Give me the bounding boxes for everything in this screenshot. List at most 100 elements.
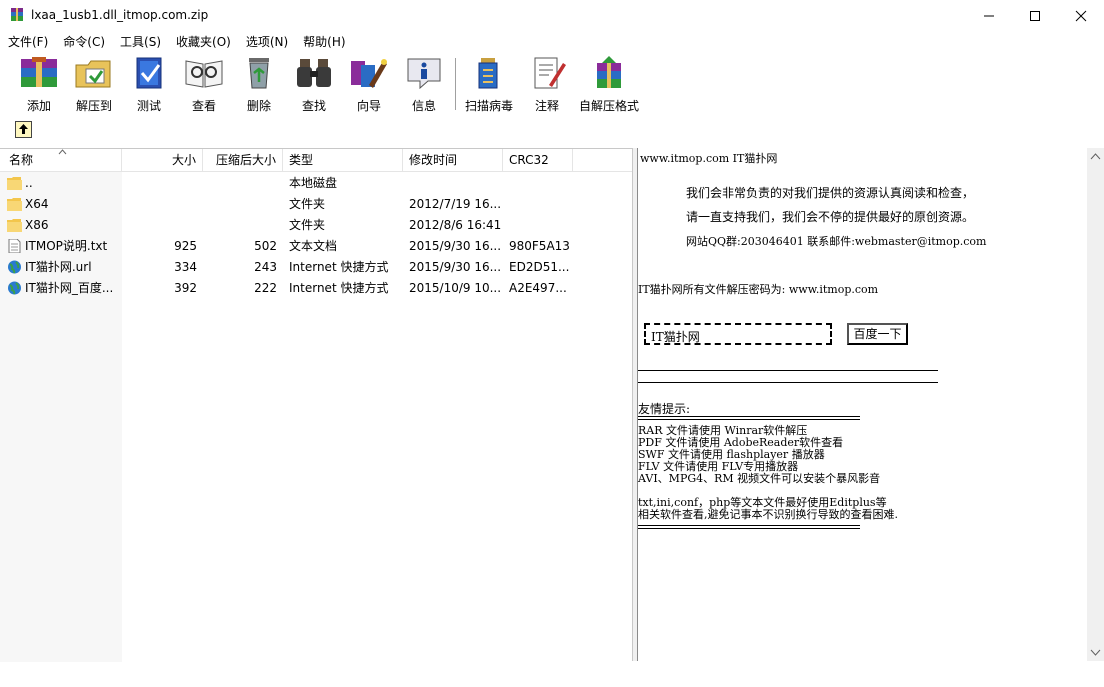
file-modified: 2015/9/30 16... [409,260,502,274]
text-file-icon [7,238,22,254]
sfx-button[interactable]: 自解压格式 [577,55,641,114]
file-size: 925 [174,239,197,253]
menu-favorites[interactable]: 收藏夹(O) [168,31,238,51]
title-bar: lxaa_1usb1.dll_itmop.com.zip [0,0,1104,31]
file-row[interactable]: .. 本地磁盘 [0,173,632,194]
column-packed[interactable]: 压缩后大小 [203,149,283,171]
file-type: 文件夹 [289,218,326,232]
menu-commands[interactable]: 命令(C) [55,31,112,51]
column-name-label: 名称 [9,153,34,167]
close-icon [1075,10,1087,21]
note-line-2: 相关软件查看,避免记事本不识别换行导致的查看困难. [638,508,898,521]
file-packed-size: 222 [254,281,277,295]
file-row[interactable]: ITMOP说明.txt 925 502 文本文档 2015/9/30 16... 980F… [0,236,632,257]
file-type: 文本文档 [289,239,338,253]
find-binoculars-icon [297,59,331,87]
comment-note-icon [534,57,566,89]
scroll-up-icon [1090,153,1101,160]
preview-line-1: 我们会非常负责的对我们提供的资源认真阅读和检查， [686,186,975,200]
file-list: 名称 大小 压缩后大小 类型 修改时间 CRC32 .. 本地磁盘 X64 文件夹 20… [0,148,632,662]
test-button[interactable]: 测试 [126,55,172,114]
sfx-label: 自解压格式 [578,99,639,113]
preview-scrollbar[interactable] [1087,148,1104,661]
column-type[interactable]: 类型 [283,149,403,171]
find-button[interactable]: 查找 [291,55,337,114]
tip-avi: AVI、MPG4、RM 视频文件可以安装个暴风影音 [638,472,881,485]
column-modified[interactable]: 修改时间 [403,149,503,171]
winrar-app-icon [11,8,23,21]
search-input[interactable]: IT猫扑网 [644,323,832,345]
comment-label: 注释 [534,99,559,113]
wizard-label: 向导 [356,99,381,113]
toolbar-separator [455,58,456,110]
maximize-icon [1030,10,1040,21]
sort-ascending-icon [58,149,67,155]
file-name: ITMOP说明.txt [25,239,108,253]
file-crc: 980F5A13 [509,239,570,253]
column-header: 名称 大小 压缩后大小 类型 修改时间 CRC32 [0,149,632,172]
column-name[interactable]: 名称 [0,149,122,171]
test-label: 测试 [136,99,161,113]
globe-icon [7,281,22,295]
file-row[interactable]: X64 文件夹 2012/7/19 16... [0,194,632,215]
maximize-button[interactable] [1012,0,1058,31]
file-name: IT猫扑网.url [25,260,92,274]
menu-tools[interactable]: 工具(S) [112,31,168,51]
notes-divider [638,525,860,529]
file-name: X64 [25,197,49,211]
file-modified: 2015/10/9 10... [409,281,502,295]
tips-title: 友情提示: [638,402,691,416]
virus-scan-icon [478,58,498,89]
test-archive-icon [136,57,162,89]
path-bar [0,116,1104,144]
file-crc: ED2D51... [509,260,570,274]
extract-label: 解压到 [75,99,112,113]
file-name: IT猫扑网_百度... [25,281,114,295]
toolbar: 添加 解压到 测试 查看 删除 查找 向导 信息 扫描病毒 注释 自解压格式 [0,51,1104,116]
info-button[interactable]: 信息 [401,55,447,114]
file-modified: 2015/9/30 16... [409,239,502,253]
scan-virus-button[interactable]: 扫描病毒 [462,55,516,114]
wizard-button[interactable]: 向导 [346,55,392,114]
file-size: 334 [174,260,197,274]
delete-recycle-icon [249,58,269,89]
view-label: 查看 [191,99,216,113]
menu-options[interactable]: 选项(N) [238,31,295,51]
file-modified: 2012/7/19 16... [409,197,502,211]
up-arrow-icon [19,124,28,134]
view-button[interactable]: 查看 [181,55,227,114]
minimize-icon [984,15,994,16]
add-label: 添加 [26,99,51,113]
folder-icon [7,197,22,211]
close-button[interactable] [1058,0,1104,31]
divider [638,382,938,383]
column-size[interactable]: 大小 [122,149,203,171]
tips-divider [638,416,860,420]
comment-button[interactable]: 注释 [524,55,570,114]
file-row[interactable]: X86 文件夹 2012/8/6 16:41 [0,215,632,236]
divider [638,370,938,371]
add-button[interactable]: 添加 [16,55,62,114]
search-button[interactable]: 百度一下 [847,323,908,345]
minimize-button[interactable] [966,0,1012,31]
preview-line-2: 请一直支持我们，我们会不停的提供最好的原创资源。 [686,210,975,224]
file-name: .. [25,176,33,190]
extract-button[interactable]: 解压到 [71,55,117,114]
scroll-down-icon [1090,649,1101,656]
delete-button[interactable]: 删除 [236,55,282,114]
comment-preview: www.itmop.com IT猫扑网 我们会非常负责的对我们提供的资源认真阅读… [637,148,1088,661]
menu-help[interactable]: 帮助(H) [295,31,352,51]
extract-folder-icon [75,60,111,88]
folder-icon [7,218,22,232]
file-row[interactable]: IT猫扑网_百度... 392 222 Internet 快捷方式 2015/10/9 … [0,278,632,299]
file-size: 392 [174,281,197,295]
menu-file[interactable]: 文件(F) [0,31,55,51]
up-folder-button[interactable] [15,121,32,138]
wizard-icon [351,59,387,88]
sfx-archive-icon [597,56,621,88]
column-crc[interactable]: CRC32 [503,149,573,171]
file-crc: A2E497... [509,281,567,295]
window-title: lxaa_1usb1.dll_itmop.com.zip [31,8,209,22]
file-row[interactable]: IT猫扑网.url 334 243 Internet 快捷方式 2015/9/30 16… [0,257,632,278]
file-type: 本地磁盘 [289,176,338,190]
